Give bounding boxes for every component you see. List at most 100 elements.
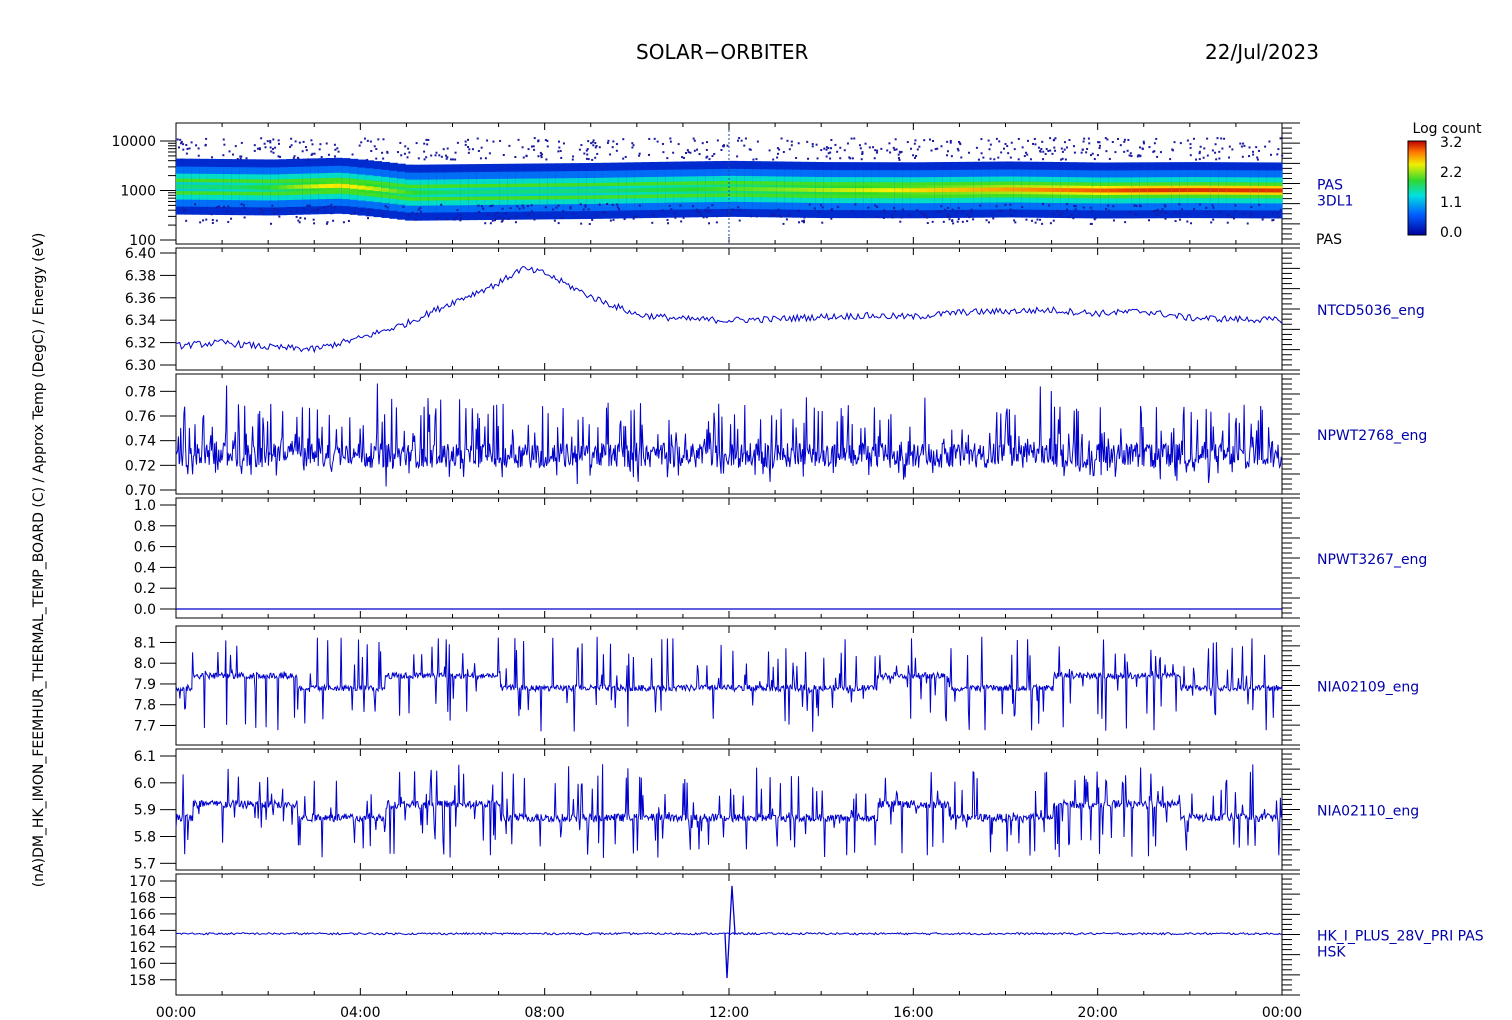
- heatmap-speckle: [1085, 151, 1088, 154]
- y-tick-label: 6.0: [134, 776, 156, 792]
- heatmap-speckle: [667, 222, 670, 225]
- heatmap-speckle: [880, 147, 883, 150]
- heatmap-speckle: [533, 218, 536, 221]
- heatmap-speckle: [930, 149, 933, 152]
- heatmap-speckle: [946, 213, 949, 216]
- heatmap-speckle: [928, 138, 931, 141]
- heatmap-cell: [823, 188, 833, 193]
- heatmap-speckle: [839, 146, 842, 149]
- heatmap-speckle: [1226, 221, 1229, 224]
- heatmap-speckle: [743, 144, 746, 147]
- heatmap-speckle: [480, 146, 483, 149]
- heatmap-speckle: [218, 205, 221, 208]
- heatmap-cell: [1021, 187, 1030, 192]
- heatmap-speckle: [253, 149, 256, 152]
- heatmap-speckle: [289, 210, 292, 213]
- heatmap-speckle: [253, 144, 256, 147]
- heatmap-speckle: [559, 150, 562, 153]
- heatmap-speckle: [707, 206, 710, 209]
- heatmap-speckle: [227, 220, 230, 223]
- heatmap-speckle: [333, 143, 336, 146]
- heatmap-cell: [1084, 188, 1093, 193]
- heatmap-speckle: [726, 144, 729, 147]
- heatmap-speckle: [493, 214, 496, 217]
- heatmap-speckle: [1135, 205, 1138, 208]
- heatmap-speckle: [180, 140, 183, 143]
- heatmap-cell: [207, 184, 217, 189]
- heatmap-speckle: [223, 205, 226, 208]
- heatmap-speckle: [1198, 152, 1201, 155]
- heatmap-speckle: [698, 210, 701, 213]
- heatmap-speckle: [606, 141, 609, 144]
- heatmap-speckle: [1070, 214, 1073, 217]
- heatmap-speckle: [656, 140, 659, 143]
- heatmap-cell: [428, 190, 438, 195]
- heatmap-speckle: [1112, 219, 1115, 222]
- series-label: NPWT3267_eng: [1317, 552, 1427, 568]
- heatmap-speckle: [546, 145, 549, 148]
- heatmap-speckle: [1025, 218, 1028, 221]
- heatmap-cell: [571, 189, 580, 194]
- heatmap-speckle: [1211, 204, 1214, 207]
- heatmap-speckle: [532, 145, 535, 148]
- heatmap-speckle: [303, 211, 306, 214]
- heatmap-speckle: [363, 137, 366, 140]
- y-tick-label: 164: [129, 923, 156, 939]
- heatmap-speckle: [1199, 145, 1202, 148]
- heatmap-speckle: [679, 204, 682, 207]
- panel-frame: [175, 748, 1283, 871]
- heatmap-speckle: [692, 205, 695, 208]
- heatmap-speckle: [1173, 141, 1176, 144]
- y-tick-label: 0.74: [125, 434, 156, 450]
- y-tick-label: 170: [129, 874, 156, 890]
- heatmap-speckle: [1041, 222, 1044, 225]
- heatmap-speckle: [1045, 148, 1048, 151]
- heatmap-cell: [1131, 188, 1141, 193]
- heatmap-cell: [357, 185, 367, 190]
- heatmap-speckle: [816, 157, 819, 160]
- heatmap-speckle: [808, 203, 811, 206]
- heatmap-speckle: [1156, 208, 1159, 211]
- heatmap-speckle: [790, 140, 793, 143]
- heatmap-speckle: [594, 142, 597, 145]
- heatmap-speckle: [230, 217, 233, 220]
- heatmap-speckle: [1205, 211, 1208, 214]
- heatmap-speckle: [940, 145, 943, 148]
- heatmap-speckle: [242, 204, 245, 207]
- heatmap-speckle: [740, 139, 743, 142]
- heatmap-speckle: [987, 221, 990, 224]
- heatmap-speckle: [722, 145, 725, 148]
- heatmap-speckle: [1228, 156, 1231, 159]
- heatmap-speckle: [692, 137, 695, 140]
- heatmap-speckle: [518, 207, 521, 210]
- heatmap-speckle: [459, 214, 462, 217]
- heatmap-speckle: [588, 222, 591, 225]
- heatmap-speckle: [648, 137, 651, 140]
- heatmap-speckle: [713, 152, 716, 155]
- heatmap-speckle: [430, 154, 433, 157]
- heatmap-speckle: [1017, 158, 1020, 161]
- heatmap-speckle: [1065, 146, 1068, 149]
- series-label-2: HSK: [1317, 945, 1346, 961]
- panel-frame: [175, 247, 1283, 371]
- heatmap-speckle: [908, 214, 911, 217]
- heatmap-speckle: [514, 155, 517, 158]
- heatmap-speckle: [1054, 149, 1057, 152]
- heatmap-speckle: [1037, 146, 1040, 149]
- heatmap-speckle: [936, 210, 939, 213]
- heatmap-speckle: [946, 140, 949, 143]
- heatmap-speckle: [590, 142, 593, 145]
- heatmap-speckle: [223, 143, 226, 146]
- heatmap-speckle: [482, 207, 485, 210]
- heatmap-speckle: [274, 146, 277, 149]
- heatmap-speckle: [277, 139, 280, 142]
- panel-frame: [175, 497, 1283, 619]
- heatmap-cell: [847, 188, 856, 193]
- heatmap-cell: [1179, 188, 1188, 193]
- heatmap-speckle: [498, 215, 501, 218]
- heatmap-speckle: [926, 222, 929, 225]
- heatmap-speckle: [673, 212, 676, 215]
- heatmap-speckle: [1252, 150, 1255, 153]
- heatmap-cell: [697, 187, 706, 192]
- heatmap-speckle: [892, 146, 895, 149]
